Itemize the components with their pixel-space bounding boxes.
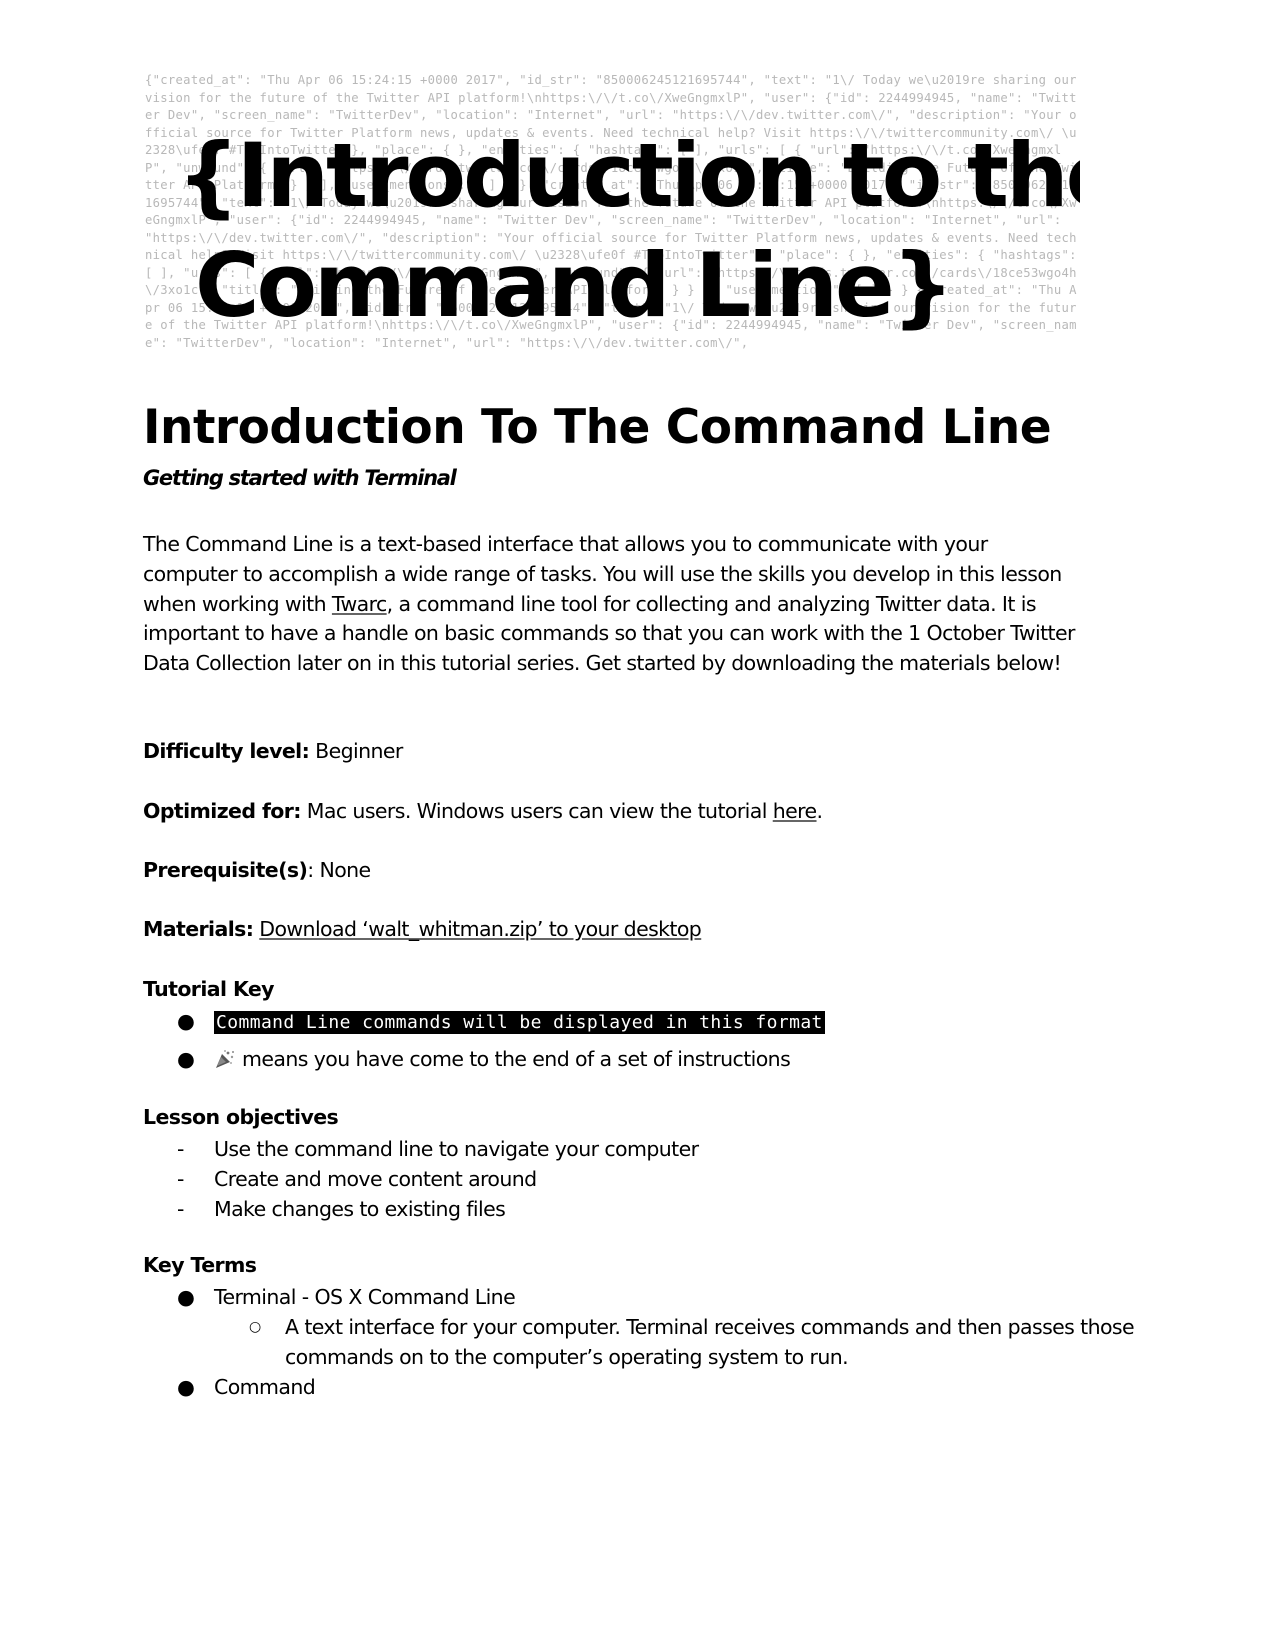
key-term-sublist: ○ A text interface for your computer. Te… (143, 1312, 1135, 1372)
download-materials-link[interactable]: Download ‘walt_whitman.zip’ to your desk… (259, 917, 702, 941)
bullet-icon: ● (177, 1009, 195, 1033)
page-subtitle: Getting started with Terminal (143, 466, 457, 490)
optimized-suffix: . (816, 799, 824, 823)
key-term-definition: A text interface for your computer. Term… (285, 1315, 1135, 1369)
key-term: Command (214, 1375, 316, 1399)
objective-text: Use the command line to navigate your co… (214, 1137, 699, 1161)
list-item: ● means you have come to the end of a se… (143, 1044, 1073, 1074)
party-popper-icon (214, 1047, 236, 1068)
key-terms-heading: Key Terms (143, 1253, 257, 1277)
bullet-icon: ● (177, 1285, 195, 1309)
materials: Materials: Download ‘walt_whitman.zip’ t… (143, 917, 702, 941)
end-instructions-text: means you have come to the end of a set … (242, 1047, 791, 1071)
lesson-objectives-heading: Lesson objectives (143, 1105, 339, 1129)
optimized-value: Mac users. Windows users can view the tu… (300, 799, 773, 823)
intro-paragraph: The Command Line is a text-based interfa… (143, 530, 1078, 679)
twarc-link[interactable]: Twarc (332, 592, 387, 616)
list-item: - Make changes to existing files (143, 1194, 1073, 1224)
difficulty-value: Beginner (309, 739, 403, 763)
objective-text: Create and move content around (214, 1167, 537, 1191)
list-item: ● Terminal - OS X Command Line ○ A text … (143, 1282, 1135, 1372)
bullet-icon: ● (177, 1047, 195, 1071)
key-terms-list: ● Terminal - OS X Command Line ○ A text … (143, 1282, 1135, 1402)
prerequisites: Prerequisite(s): None (143, 858, 371, 882)
dash-bullet: - (177, 1137, 184, 1161)
banner-title-line1: {Introduction to the (177, 124, 1080, 227)
optimized-for: Optimized for: Mac users. Windows users … (143, 799, 824, 823)
lesson-objectives-list: - Use the command line to navigate your c… (143, 1134, 1073, 1224)
prereq-label: Prerequisite(s) (143, 858, 308, 882)
difficulty-label: Difficulty level: (143, 739, 310, 763)
dash-bullet: - (177, 1197, 184, 1221)
list-item: ● Command (143, 1372, 1073, 1402)
dash-bullet: - (177, 1167, 184, 1191)
tutorial-key-list: ● Command Line commands will be displaye… (143, 1006, 1073, 1074)
sub-list-item: ○ A text interface for your computer. Te… (143, 1312, 1150, 1372)
hollow-bullet-icon: ○ (249, 1319, 261, 1335)
page-title: Introduction To The Command Line (143, 400, 1052, 455)
list-item: - Use the command line to navigate your c… (143, 1134, 1073, 1164)
optimized-label: Optimized for: (143, 799, 301, 823)
bullet-icon: ● (177, 1375, 195, 1399)
objective-text: Make changes to existing files (214, 1197, 506, 1221)
materials-label: Materials: (143, 917, 254, 941)
banner-title-line2: Command Line} (195, 234, 954, 337)
title-banner: {"created_at": "Thu Apr 06 15:24:15 +000… (145, 72, 1080, 390)
windows-tutorial-link[interactable]: here (773, 799, 817, 823)
tutorial-key-heading: Tutorial Key (143, 977, 275, 1001)
list-item: ● Command Line commands will be displaye… (143, 1006, 1073, 1038)
prereq-value: : None (307, 858, 371, 882)
list-item: - Create and move content around (143, 1164, 1073, 1194)
key-term: Terminal - OS X Command Line (214, 1285, 516, 1309)
command-format-example: Command Line commands will be displayed … (214, 1011, 825, 1034)
difficulty-level: Difficulty level: Beginner (143, 739, 403, 763)
